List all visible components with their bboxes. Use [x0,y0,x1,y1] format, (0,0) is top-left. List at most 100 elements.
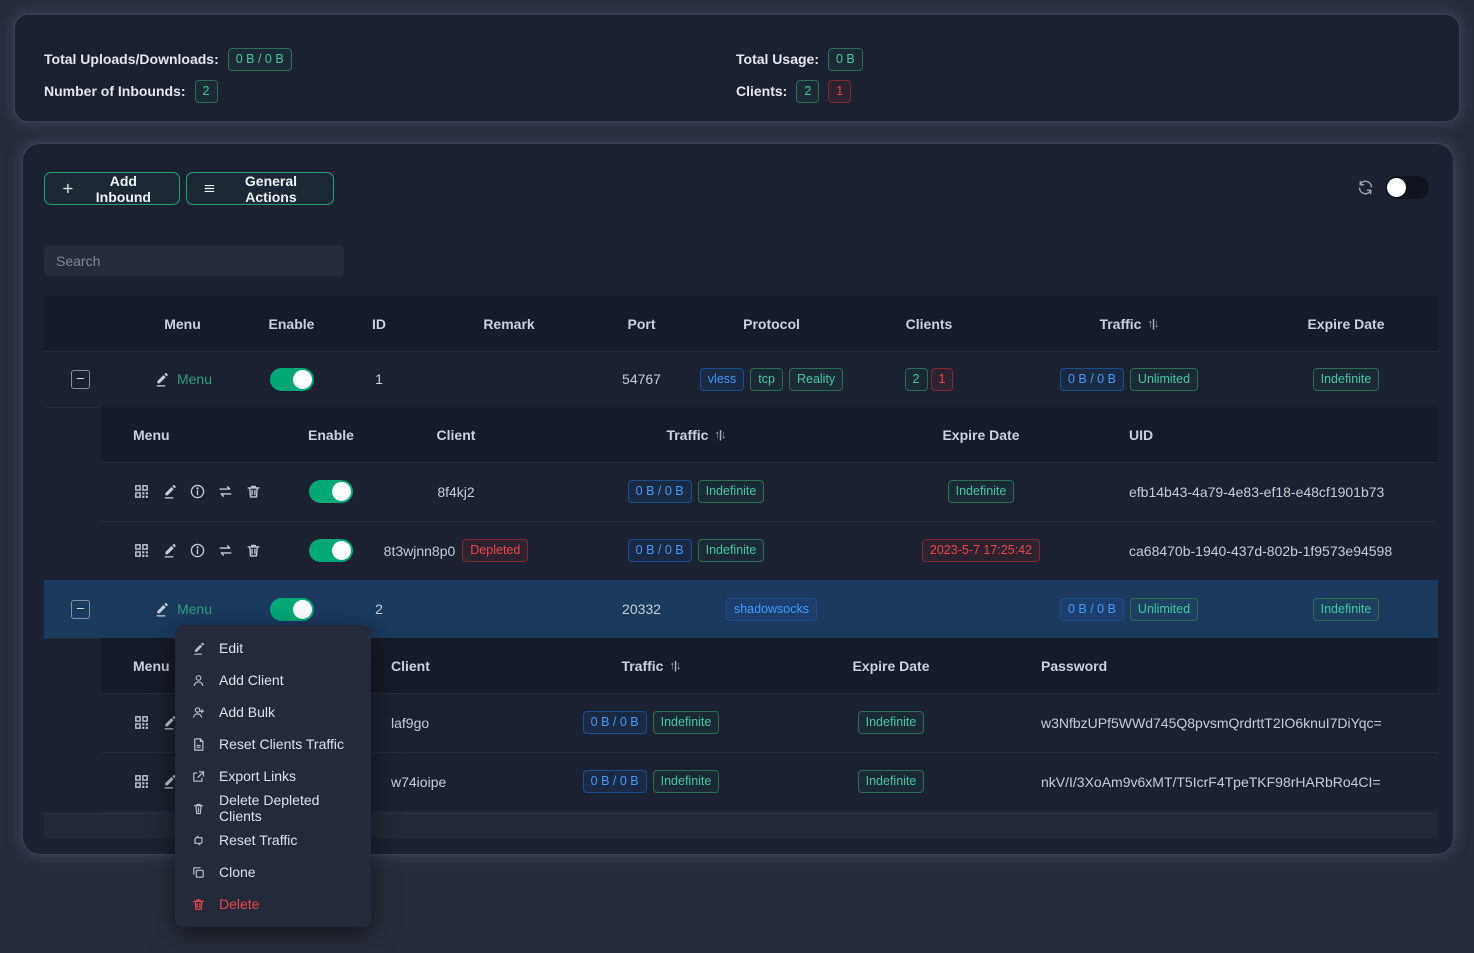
edit-client-icon[interactable] [161,542,178,559]
protocol-badge: tcp [750,368,783,391]
menu-item-export-links[interactable]: Export Links [175,760,371,792]
menu-item-delete-depleted-clients[interactable]: Delete Depleted Clients [175,792,371,824]
menu-item-label: Clone [219,864,256,880]
depleted-badge: Depleted [462,539,528,562]
menu-item-label: Reset Traffic [219,832,297,848]
menu-item-delete[interactable]: Delete [175,888,371,920]
protocol-badges: vless tcp Reality [689,351,854,407]
uploads-downloads-value: 0 B / 0 B [228,48,292,71]
toggle-knob [293,370,312,389]
toggle-knob [332,541,351,560]
stats-card: Total Uploads/Downloads: 0 B / 0 B Numbe… [14,14,1460,122]
col-menu: Menu [101,407,291,462]
inbound-remark [424,580,594,638]
traffic-badge: 0 B / 0 B [628,480,692,503]
client-enable-toggle[interactable] [309,539,353,562]
client-row: 8f4kj2 0 B / 0 B Indefinite Indefinite e… [101,462,1438,522]
minus-icon [75,601,86,617]
menu-item-label: Delete [219,896,259,912]
inbound-remark [424,351,594,407]
col-client: Client [371,407,541,462]
protocol-badge: Reality [789,368,843,391]
user-add-icon [191,705,206,720]
menu-item-label: Reset Clients Traffic [219,736,344,752]
expire-badge: 2023-5-7 17:25:42 [922,539,1040,562]
refresh-icon[interactable] [1356,178,1375,197]
toggle-knob [332,482,351,501]
menu-item-add-client[interactable]: Add Client [175,664,371,696]
clients-depleted-badge: 1 [931,368,954,391]
delete-client-icon[interactable] [245,542,262,559]
row-menu-button[interactable]: Menu [153,371,212,388]
delete-client-icon[interactable] [245,483,262,500]
col-id: ID [334,296,424,351]
reset-traffic-icon[interactable] [217,542,234,559]
traffic-limit-badge: Indefinite [698,539,765,562]
col-menu: Menu [116,296,249,351]
edit-client-icon[interactable] [161,483,178,500]
inbounds-count-label: Number of Inbounds: [44,83,186,99]
col-port: Port [594,296,689,351]
edit-pencil-icon [153,601,170,618]
sort-arrows-icon: ↑|↓ [1147,318,1158,330]
qrcode-icon[interactable] [133,483,150,500]
col-traffic-sort[interactable]: Traffic ↑|↓ [1004,296,1254,351]
client-enable-toggle[interactable] [309,480,353,503]
info-icon[interactable] [189,483,206,500]
enable-toggle[interactable] [270,368,314,391]
client-traffic: 0 B / 0 B Indefinite [541,462,851,521]
add-inbound-button[interactable]: Add Inbound [44,172,180,205]
col-traffic-sort[interactable]: Traffic ↑|↓ [541,638,761,693]
enable-toggle[interactable] [270,598,314,621]
qrcode-icon[interactable] [133,773,150,790]
collapse-row-button[interactable] [71,370,90,389]
client-password: w3NfbzUPf5WWd745Q8pvsmQrdrttT2IO6knuI7Di… [1021,693,1438,752]
menu-item-add-bulk[interactable]: Add Bulk [175,696,371,728]
info-icon[interactable] [189,542,206,559]
menu-item-reset-clients-traffic[interactable]: Reset Clients Traffic [175,728,371,760]
qrcode-icon[interactable] [133,714,150,731]
col-traffic-sort[interactable]: Traffic ↑|↓ [541,407,851,462]
col-password: Password [1021,638,1438,693]
traffic-label: Traffic [1099,316,1141,332]
menu-item-clone[interactable]: Clone [175,856,371,888]
client-name-group: 8t3wjnn8p0 Depleted [371,521,541,580]
col-uid: UID [1111,407,1438,462]
inbound-port: 54767 [594,351,689,407]
search-input[interactable] [44,245,344,276]
client-password: nkV/I/3XoAm9v6xMT/T5IcrF4TpeTKF98rHARbRo… [1021,752,1438,811]
sort-arrows-icon: ↑|↓ [669,660,680,672]
inbound-table-header: Menu Enable ID Remark Port Protocol Clie… [44,296,1438,352]
col-clients: Clients [854,296,1004,351]
qrcode-icon[interactable] [133,542,150,559]
toggle-knob [293,600,312,619]
general-actions-label: General Actions [225,173,317,205]
minus-icon [75,371,86,387]
toggle-knob [1387,178,1406,197]
row-menu-label: Menu [177,371,212,387]
collapse-row-button[interactable] [71,600,90,619]
client-traffic: 0 B / 0 B Indefinite [541,521,851,580]
inbound-context-menu: Edit Add Client Add Bulk Reset Clients T… [175,625,371,927]
row-menu-label: Menu [177,601,212,617]
reset-traffic-icon[interactable] [217,483,234,500]
inbound-port: 20332 [594,580,689,638]
protocol-badge: shadowsocks [726,598,817,621]
uploads-downloads-label: Total Uploads/Downloads: [44,51,219,67]
expire-badge: Indefinite [858,770,925,793]
col-expire: Expire Date [851,407,1111,462]
menu-item-edit[interactable]: Edit [175,632,371,664]
traffic-badges: 0 B / 0 B Unlimited [1004,351,1254,407]
menu-item-reset-traffic[interactable]: Reset Traffic [175,824,371,856]
row-menu-button[interactable]: Menu [153,601,212,618]
retweet-icon [191,833,206,848]
general-actions-button[interactable]: General Actions [186,172,334,205]
inbound-id: 1 [334,351,424,407]
traffic-badge: 0 B / 0 B [1060,598,1124,621]
file-sync-icon [191,737,206,752]
theme-toggle[interactable] [1385,176,1429,199]
traffic-badge: 0 B / 0 B [583,770,647,793]
traffic-label: Traffic [666,427,708,443]
user-icon [191,673,206,688]
sort-arrows-icon: ↑|↓ [714,429,725,441]
